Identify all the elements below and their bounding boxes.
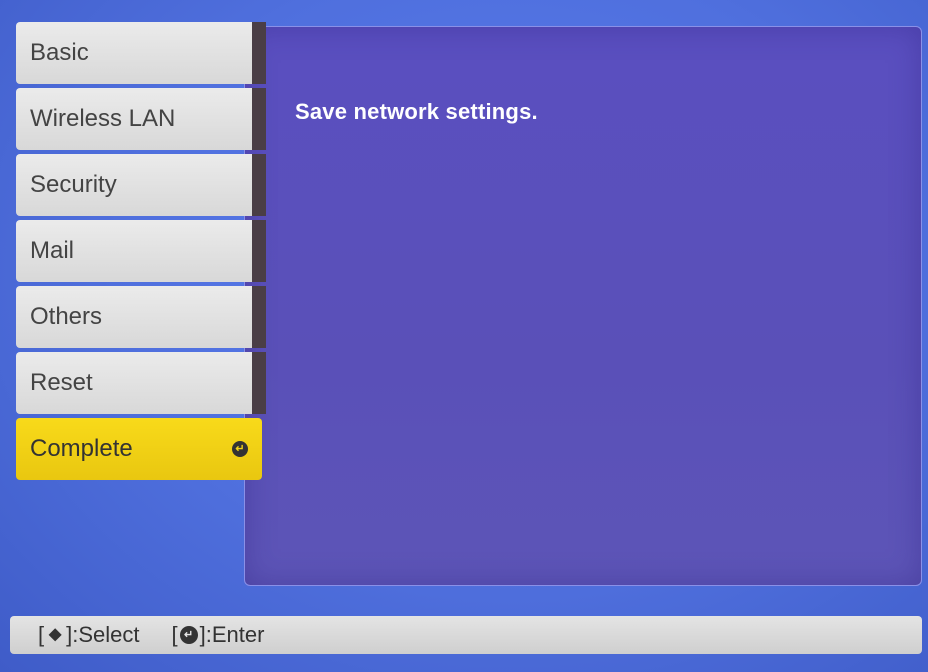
menu-item-label: Reset (30, 369, 93, 396)
menu-item-basic[interactable]: Basic (16, 22, 266, 84)
menu-item-label: Wireless LAN (30, 105, 176, 132)
select-hint: [ ◆ ]:Select (38, 622, 140, 648)
menu-item-security[interactable]: Security (16, 154, 266, 216)
up-down-arrow-icon: ◆ (48, 626, 62, 643)
select-label: ]:Select (66, 622, 140, 647)
menu-item-reset[interactable]: Reset (16, 352, 266, 414)
content-panel: Save network settings. (244, 26, 922, 586)
projector-screen: Save network settings. Basic Wireless LA… (0, 0, 928, 672)
menu-item-wireless-lan[interactable]: Wireless LAN (16, 88, 266, 150)
enter-bracket-open: [ (171, 622, 178, 647)
menu-item-label: Security (30, 171, 117, 198)
menu-item-label: Mail (30, 237, 75, 264)
enter-icon: ↵ (232, 441, 248, 457)
menu-item-label: Basic (30, 39, 89, 66)
menu-item-label: Others (30, 303, 103, 330)
menu-item-others[interactable]: Others (16, 286, 266, 348)
enter-button-icon: ↵ (179, 626, 198, 644)
menu-item-complete[interactable]: Complete ↵ (16, 418, 262, 480)
select-bracket-open: [ (38, 622, 45, 647)
menu-item-mail[interactable]: Mail (16, 220, 266, 282)
status-bar: [ ◆ ]:Select [ ↵ ]:Enter (10, 616, 922, 654)
enter-hint: [ ↵ ]:Enter (172, 622, 265, 648)
enter-label: ]:Enter (199, 622, 265, 647)
panel-message: Save network settings. (295, 99, 538, 124)
menu-item-label: Complete (30, 435, 133, 462)
settings-menu: Basic Wireless LAN Security Mail Others … (16, 22, 266, 484)
